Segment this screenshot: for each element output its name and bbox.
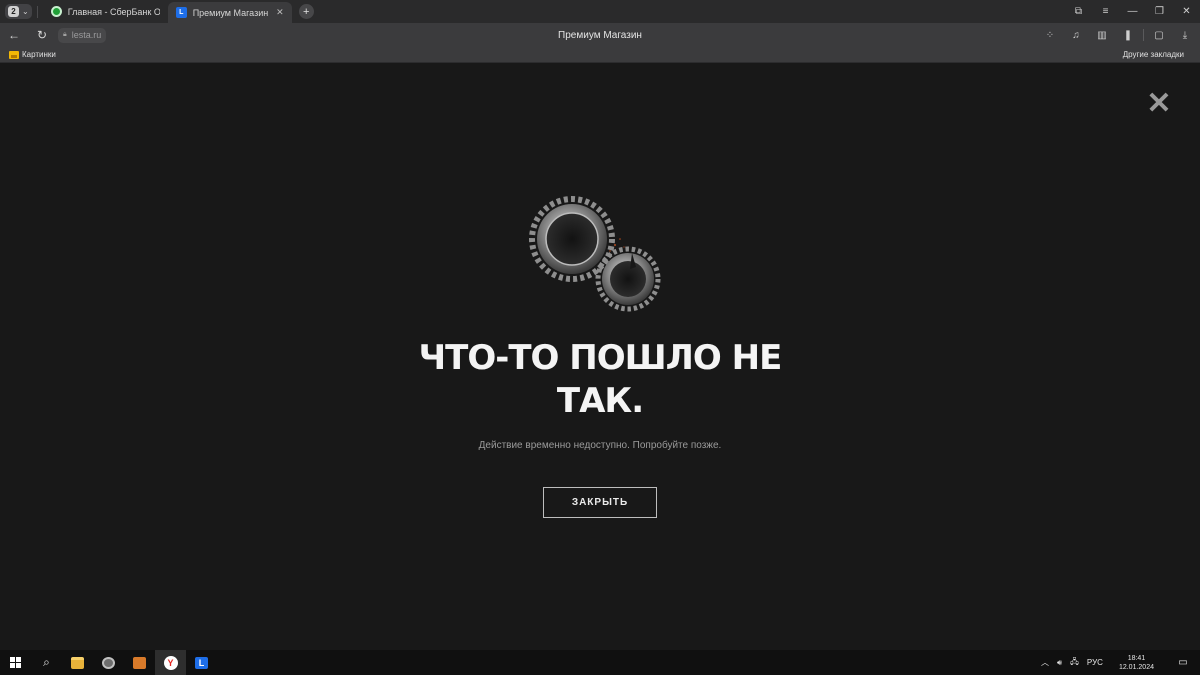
media-player-icon — [133, 656, 146, 669]
search-icon[interactable]: ⌕ — [31, 650, 62, 675]
volume-icon[interactable]: 🔊︎ — [1057, 658, 1062, 668]
reload-icon[interactable]: ↻ — [28, 28, 56, 42]
image-icon — [9, 50, 19, 59]
sber-icon — [50, 6, 62, 17]
window-controls: ⧉ ≡ — ❐ ✕ — [1065, 0, 1200, 23]
error-overlay: ✕ ЧТО-ТО ПОШЛО НЕ ТАК. Действие временно… — [0, 63, 1200, 650]
taskbar-lesta[interactable]: L — [186, 650, 217, 675]
screen: 2 ⌄ Главная - СберБанк Онлайн L Премиум … — [0, 0, 1200, 675]
broken-gears-illustration — [529, 196, 661, 312]
other-bookmarks-button[interactable]: Другие закладки — [1123, 50, 1184, 59]
url-text: lesta.ru — [71, 30, 102, 40]
system-tray: ︿ 🔊︎ 🖧︎ РУС 18:41 12.01.2024 ▭ — [1037, 650, 1200, 675]
back-arrow-icon[interactable]: ← — [0, 28, 28, 42]
reader-icon[interactable]: ▥ — [1091, 30, 1113, 41]
chevron-up-icon[interactable]: ︿ — [1041, 657, 1049, 668]
tab-title: Главная - СберБанк Онлайн — [67, 6, 160, 17]
menu-icon[interactable]: ≡ — [1092, 6, 1119, 17]
tab-sberbank[interactable]: Главная - СберБанк Онлайн — [43, 1, 168, 22]
yandex-browser-icon: Y — [163, 655, 178, 670]
clock-date: 12.01.2024 — [1118, 663, 1154, 671]
notifications-icon[interactable]: ▭ — [1170, 657, 1196, 668]
new-tab-button[interactable]: + — [298, 4, 314, 19]
start-button[interactable] — [0, 650, 31, 675]
minimize-icon[interactable]: — — [1119, 6, 1146, 17]
taskbar-yandex-browser[interactable]: Y — [155, 650, 186, 675]
download-icon[interactable]: ⤓ — [1174, 30, 1196, 41]
divider — [1143, 29, 1144, 41]
tab-premium-shop[interactable]: L Премиум Магазин ✕ — [167, 2, 292, 23]
small-gear — [595, 246, 661, 312]
chevron-down-icon: ⌄ — [22, 7, 29, 16]
tab-title: Премиум Магазин — [192, 7, 269, 18]
close-icon[interactable]: ✕ — [1146, 89, 1172, 119]
collections-icon[interactable]: ▢ — [1148, 30, 1170, 41]
taskbar-explorer[interactable] — [62, 650, 93, 675]
lock-icon: 🔒︎ — [63, 31, 67, 38]
page-title: Премиум Магазин — [558, 29, 642, 41]
windows-taskbar: ⌕ Y L ︿ 🔊︎ 🖧︎ РУС 18:41 12.01.2024 ▭ — [0, 650, 1200, 675]
browser-tab-bar: 2 ⌄ Главная - СберБанк Онлайн L Премиум … — [0, 0, 1200, 23]
extensions-icon[interactable]: ⁘ — [1039, 30, 1061, 41]
large-gear — [529, 196, 615, 282]
error-message: Действие временно недоступно. Попробуйте… — [478, 440, 722, 451]
language-indicator[interactable]: РУС — [1087, 658, 1103, 667]
lesta-icon: L — [175, 7, 187, 18]
tab-panel-icon[interactable]: ⧉ — [1065, 6, 1092, 17]
error-title: ЧТО-ТО ПОШЛО НЕ ТАК. — [418, 338, 783, 421]
lesta-icon: L — [195, 656, 208, 669]
clock[interactable]: 18:41 12.01.2024 — [1115, 654, 1158, 672]
taskbar-media[interactable] — [124, 650, 155, 675]
bookmark-label: Картинки — [22, 50, 56, 59]
toolbar-icons: ⁘ ♫ ▥ ❚ ▢ ⤓ — [1039, 29, 1200, 41]
close-tab-icon[interactable]: ✕ — [276, 7, 284, 18]
bookmark-item[interactable]: Картинки — [9, 50, 56, 59]
tab-counter-button[interactable]: 2 ⌄ — [5, 4, 32, 19]
close-button[interactable]: ЗАКРЫТЬ — [543, 487, 657, 518]
bookmark-icon[interactable]: ❚ — [1117, 30, 1139, 41]
divider — [36, 5, 38, 18]
tab-count: 2 — [8, 6, 19, 17]
windows-icon — [10, 657, 21, 668]
taskbar-game[interactable] — [93, 650, 124, 675]
folder-icon — [71, 656, 84, 669]
game-icon — [102, 656, 115, 669]
close-window-icon[interactable]: ✕ — [1173, 6, 1200, 17]
bookmarks-bar: Картинки Другие закладки — [0, 47, 1200, 63]
headphones-icon[interactable]: ♫ — [1065, 30, 1087, 41]
url-field[interactable]: 🔒︎ lesta.ru — [58, 27, 107, 43]
restore-icon[interactable]: ❐ — [1146, 6, 1173, 17]
network-icon[interactable]: 🖧︎ — [1070, 656, 1079, 670]
address-bar: ← ↻ 🔒︎ lesta.ru Премиум Магазин ⁘ ♫ ▥ ❚ … — [0, 23, 1200, 47]
clock-time: 18:41 — [1127, 654, 1146, 662]
